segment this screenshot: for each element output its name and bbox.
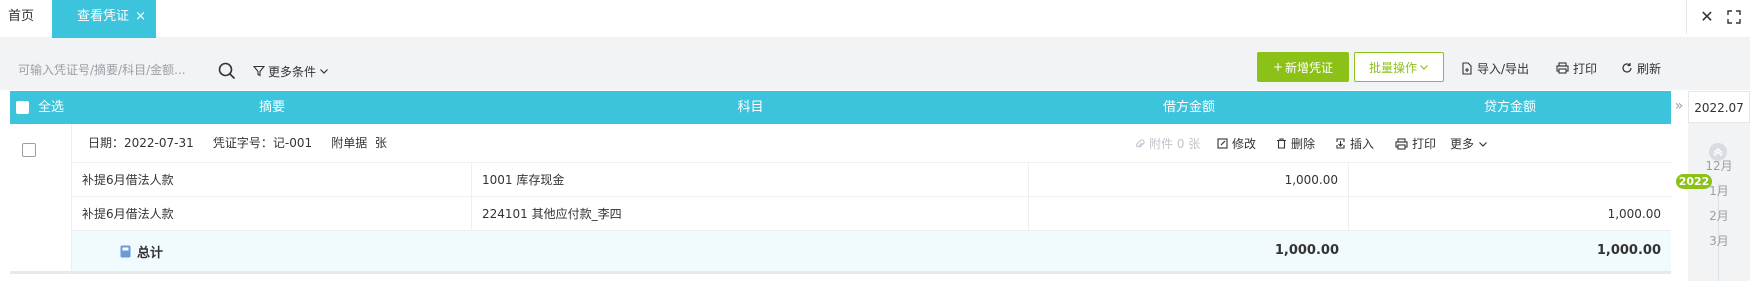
batch-operations-button[interactable]: 批量操作 (1354, 52, 1444, 82)
trash-icon (1277, 138, 1286, 149)
calculator-icon (120, 245, 131, 257)
edit-button[interactable]: 修改 (1217, 124, 1256, 163)
table-row[interactable]: 补提6月借法人款 1001 库存现金 1,000.00 (72, 163, 1671, 197)
delete-button[interactable]: 删除 (1276, 124, 1315, 163)
refresh-icon (1622, 63, 1632, 73)
more-actions-button[interactable]: 更多 (1450, 124, 1488, 163)
entry-credit: 1,000.00 (1607, 207, 1661, 221)
attachment-button[interactable]: 附件 0 张 (1134, 124, 1200, 163)
current-period[interactable]: 2022.07 (1688, 91, 1750, 123)
more-conditions-button[interactable]: 更多条件 (253, 62, 329, 80)
filter-icon (253, 65, 265, 77)
more-actions-label: 更多 (1450, 137, 1475, 151)
batch-operations-label: 批量操作 (1368, 60, 1417, 75)
column-subject: 科目 (737, 100, 764, 115)
edit-icon (1217, 138, 1228, 149)
column-debit: 借方金额 (1162, 100, 1215, 115)
total-credit: 1,000.00 (1596, 243, 1661, 258)
voucher-select-column (10, 124, 72, 274)
fullscreen-icon[interactable] (1718, 0, 1750, 34)
tab-bar: 首页 查看凭证 × ✕ (0, 0, 1750, 38)
entry-summary: 补提6月借法人款 (72, 197, 472, 231)
fullscreen-svg (1727, 10, 1741, 24)
attachment-unit: 张 (374, 136, 387, 150)
voucher-info-bar: 日期：2022-07-31 凭证字号：记-001 附单据 张 附件 0 张 修改… (72, 124, 1671, 163)
print-icon (1395, 137, 1408, 150)
print-icon (1556, 62, 1569, 74)
entry-subject: 1001 库存现金 (472, 163, 1029, 197)
entry-subject: 224101 其他应付款_李四 (472, 197, 1029, 231)
print-button[interactable]: 打印 (1556, 60, 1597, 76)
entry-summary: 补提6月借法人款 (72, 163, 472, 197)
voucher-card: 日期：2022-07-31 凭证字号：记-001 附单据 张 附件 0 张 修改… (10, 124, 1671, 274)
insert-label: 插入 (1350, 137, 1375, 151)
period-panel: 2022.07 12月 2022 1月 2月 3月 (1676, 91, 1750, 281)
import-export-button[interactable]: 导入/导出 (1461, 60, 1529, 76)
total-label-group: 总计 (120, 231, 163, 271)
print-label: 打印 (1573, 61, 1598, 76)
chevron-down-icon (1479, 141, 1487, 147)
total-label: 总计 (137, 245, 164, 261)
search-icon[interactable] (218, 62, 236, 80)
insert-icon (1336, 138, 1345, 149)
select-all-checkbox[interactable] (16, 101, 29, 114)
column-summary: 摘要 (258, 100, 285, 115)
more-conditions-label: 更多条件 (268, 64, 317, 79)
toolbar: 更多条件 + 新增凭证 批量操作 导入/导出 打印 刷新 (0, 38, 1750, 90)
voucher-date: 2022-07-31 (124, 136, 194, 150)
entry-credit (1349, 163, 1671, 197)
table-header: 全选 摘要 科目 借方金额 贷方金额 (10, 91, 1671, 124)
period-month-item[interactable]: 2月 (1688, 207, 1750, 224)
new-voucher-button[interactable]: + 新增凭证 (1257, 52, 1349, 82)
tab-close-icon[interactable]: × (135, 0, 146, 34)
voucher-meta: 日期：2022-07-31 凭证字号：记-001 附单据 张 (88, 124, 387, 163)
total-row: 总计 1,000.00 1,000.00 (72, 231, 1671, 271)
print-voucher-label: 打印 (1412, 137, 1437, 151)
new-voucher-label: 新增凭证 (1285, 60, 1334, 75)
edit-label: 修改 (1232, 137, 1257, 151)
import-export-label: 导入/导出 (1477, 61, 1530, 76)
tab-label: 查看凭证 (77, 9, 130, 24)
entry-debit: 1,000.00 (1029, 163, 1349, 197)
period-month-item[interactable]: 1月 (1688, 182, 1750, 199)
window-divider (1686, 0, 1687, 34)
attachment-label: 附单据 (331, 136, 368, 150)
insert-button[interactable]: 插入 (1335, 124, 1374, 163)
delete-label: 删除 (1291, 137, 1316, 151)
chevron-down-icon (1420, 65, 1428, 70)
entry-debit (1029, 197, 1349, 231)
import-export-icon (1462, 61, 1472, 75)
tab-view-voucher[interactable]: 查看凭证 × (52, 0, 156, 38)
voucher-number: 记-001 (272, 136, 313, 150)
voucher-checkbox[interactable] (22, 143, 36, 157)
refresh-label: 刷新 (1637, 61, 1662, 76)
refresh-button[interactable]: 刷新 (1621, 60, 1661, 76)
paperclip-icon (1135, 138, 1145, 148)
plus-icon: + (1272, 60, 1284, 74)
table-row[interactable]: 补提6月借法人款 224101 其他应付款_李四 1,000.00 (72, 197, 1671, 231)
column-credit: 贷方金额 (1483, 100, 1536, 115)
search-input[interactable] (10, 56, 200, 84)
period-month-item[interactable]: 12月 (1688, 157, 1750, 174)
print-voucher-button[interactable]: 打印 (1395, 124, 1436, 163)
period-month-item[interactable]: 3月 (1688, 232, 1750, 249)
voucher-number-label: 凭证字号： (212, 136, 273, 150)
date-label: 日期： (88, 136, 125, 150)
tab-home[interactable]: 首页 (0, 0, 42, 38)
total-debit: 1,000.00 (1274, 243, 1339, 258)
attachment-count: 附件 0 张 (1149, 137, 1201, 151)
chevron-down-icon (320, 69, 328, 74)
collapse-panel-icon[interactable]: » (1671, 91, 1687, 124)
